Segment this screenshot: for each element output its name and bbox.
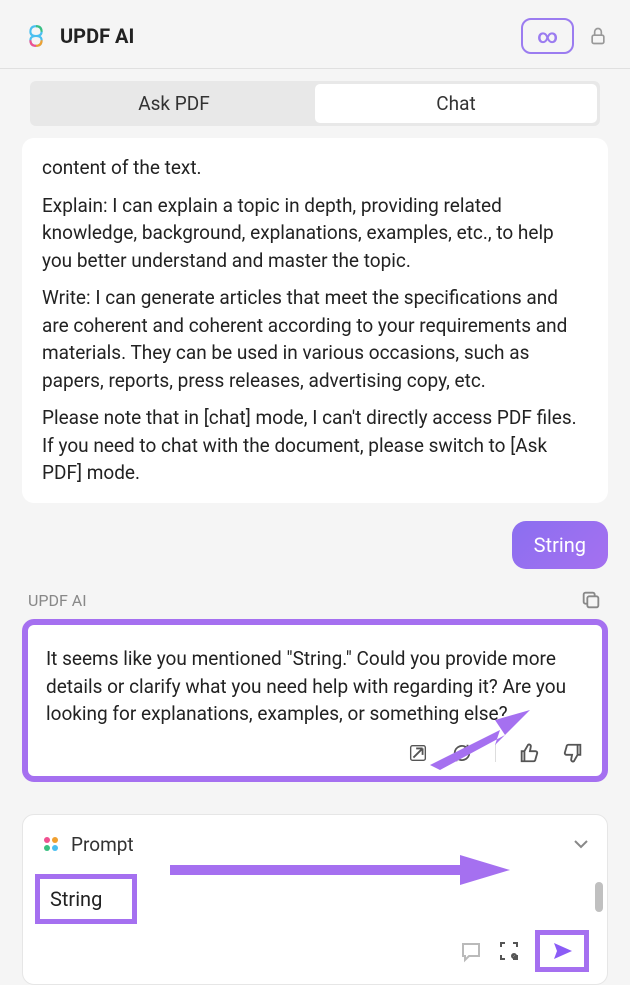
dots-icon (41, 834, 61, 854)
prompt-footer (41, 930, 589, 972)
user-message-bubble: String (512, 521, 608, 569)
chevron-down-icon[interactable] (573, 839, 589, 849)
infinity-button[interactable]: ∞ (521, 18, 574, 54)
action-divider (495, 744, 496, 762)
screenshot-icon[interactable] (497, 939, 521, 963)
header-left: UPDF AI (22, 22, 134, 50)
user-message-row: String (22, 521, 608, 569)
intro-p2: Explain: I can explain a topic in depth,… (42, 192, 588, 275)
chat-icon[interactable] (459, 939, 483, 963)
prompt-header-left: Prompt (41, 833, 134, 856)
intro-p1: content of the text. (42, 154, 588, 182)
tab-chat[interactable]: Chat (315, 84, 597, 123)
assistant-intro-card: content of the text. Explain: I can expl… (22, 138, 608, 503)
prompt-input-row: String (41, 874, 589, 924)
tab-ask-pdf[interactable]: Ask PDF (33, 84, 315, 123)
prompt-input[interactable]: String (35, 874, 137, 924)
scrollbar-thumb[interactable] (595, 882, 603, 912)
header: UPDF AI ∞ (0, 0, 630, 69)
thumbs-down-icon[interactable] (562, 742, 584, 764)
prompt-box: Prompt String (22, 814, 608, 985)
tab-container: Ask PDF Chat (30, 81, 600, 126)
intro-p4: Please note that in [chat] mode, I can't… (42, 404, 588, 487)
agent-label-row: UPDF AI (28, 589, 602, 611)
share-icon[interactable] (407, 742, 429, 764)
send-button[interactable] (535, 930, 589, 972)
infinity-icon: ∞ (537, 24, 558, 48)
logo-icon (22, 22, 50, 50)
copy-icon[interactable] (580, 589, 602, 611)
prompt-header[interactable]: Prompt (41, 833, 589, 856)
prompt-label: Prompt (71, 833, 134, 856)
send-icon (550, 939, 574, 963)
app-title: UPDF AI (60, 24, 134, 48)
response-text: It seems like you mentioned "String." Co… (46, 645, 584, 728)
response-card: It seems like you mentioned "String." Co… (22, 619, 608, 782)
lock-icon[interactable] (588, 24, 608, 48)
intro-p3: Write: I can generate articles that meet… (42, 284, 588, 394)
agent-label: UPDF AI (28, 591, 87, 610)
regenerate-icon[interactable] (451, 742, 473, 764)
thumbs-up-icon[interactable] (518, 742, 540, 764)
response-actions (46, 742, 584, 764)
header-right: ∞ (521, 18, 608, 54)
